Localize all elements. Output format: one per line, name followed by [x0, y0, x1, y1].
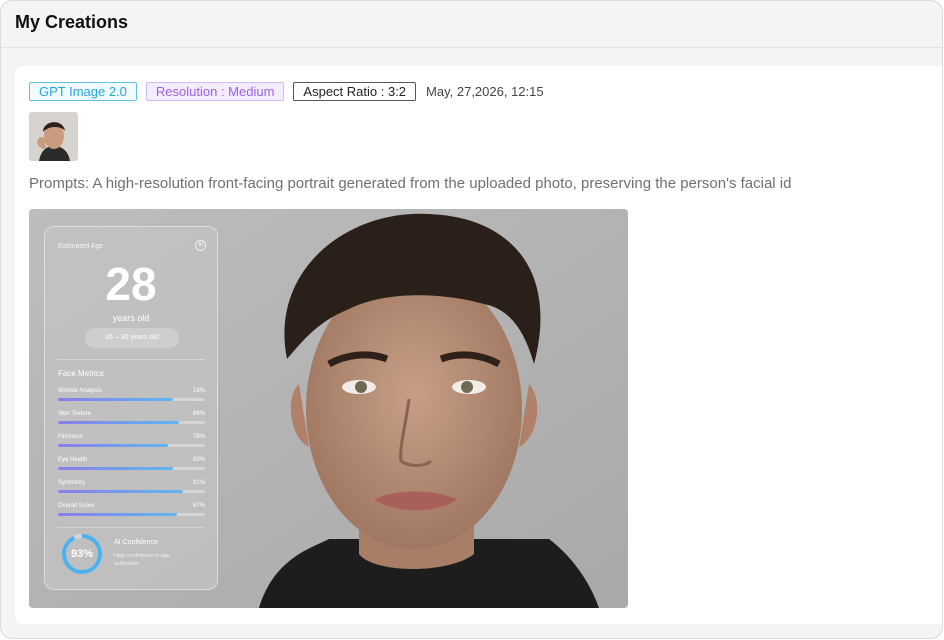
creation-meta: GPT Image 2.0 Resolution : Medium Aspect…: [29, 81, 544, 101]
model-tag: GPT Image 2.0: [29, 81, 137, 101]
ai-icon: AI: [195, 240, 206, 251]
metric-bar: [58, 513, 205, 516]
age-analysis-panel: Estimated Age AI 28 years old 26 – 30 ye…: [44, 226, 218, 590]
age-unit: years old: [112, 313, 150, 323]
metric-eye-health: Eye Health 83%: [58, 457, 205, 477]
uploaded-photo-thumbnail[interactable]: [29, 112, 78, 161]
estimated-age-label: Estimated Age: [58, 243, 104, 250]
metric-bar: [58, 444, 205, 447]
aspect-ratio-tag: Aspect Ratio : 3:2: [293, 81, 417, 101]
metric-value: 87%: [192, 503, 205, 509]
metric-wrinkle-analysis: Wrinkle Analysis 18%: [58, 388, 205, 408]
confidence-description: High confidence in age estimation: [114, 553, 170, 567]
metric-value: 83%: [192, 457, 205, 463]
confidence-title: AI Confidence: [114, 539, 158, 546]
prompt-text: Prompts: A high-resolution front-facing …: [29, 175, 792, 192]
page-title: My Creations: [15, 12, 129, 32]
estimated-age-value: 28: [105, 258, 157, 310]
metric-skin-texture: Skin Texture 86%: [58, 411, 205, 431]
panel-divider: [57, 527, 205, 528]
page-header: My Creations: [1, 1, 942, 48]
metric-name: Wrinkle Analysis: [58, 388, 102, 394]
metric-name: Symmetry: [58, 480, 85, 486]
metric-name: Eye Health: [58, 457, 88, 463]
metric-bar-fill: [58, 513, 178, 516]
metric-value: 86%: [192, 411, 205, 417]
metric-bar: [58, 467, 205, 470]
metric-name: Skin Texture: [58, 411, 91, 417]
creation-timestamp: May, 27,2026, 12:15: [426, 83, 544, 99]
resolution-tag: Resolution : Medium: [145, 81, 285, 101]
age-range-badge: 26 – 30 years old: [85, 328, 179, 348]
panel-divider: [57, 359, 205, 360]
metric-name: Firmness: [58, 434, 83, 440]
metric-firmness: Firmness 78%: [58, 434, 205, 454]
metric-bar-fill: [58, 467, 173, 470]
metric-bar: [58, 421, 205, 424]
metric-overall-score: Overall Score 87%: [58, 503, 205, 523]
metric-bar-fill: [58, 421, 179, 424]
generated-image[interactable]: Estimated Age AI 28 years old 26 – 30 ye…: [29, 209, 628, 608]
metric-bar-fill: [58, 444, 169, 447]
face-metrics-title: Face Metrics: [58, 369, 104, 378]
confidence-value: 93%: [70, 548, 94, 560]
my-creations-window: My Creations GPT Image 2.0 Resolution : …: [0, 0, 943, 639]
metric-bar: [58, 398, 205, 401]
metric-bar-fill: [58, 490, 183, 493]
metric-name: Overall Score: [58, 503, 95, 509]
metric-bar: [58, 490, 205, 493]
metric-value: 91%: [192, 480, 205, 486]
metric-value: 78%: [192, 434, 205, 440]
creation-card: GPT Image 2.0 Resolution : Medium Aspect…: [15, 66, 942, 624]
metric-value: 18%: [192, 388, 205, 394]
metric-symmetry: Symmetry 91%: [58, 480, 205, 500]
metric-bar-fill: [58, 398, 173, 401]
